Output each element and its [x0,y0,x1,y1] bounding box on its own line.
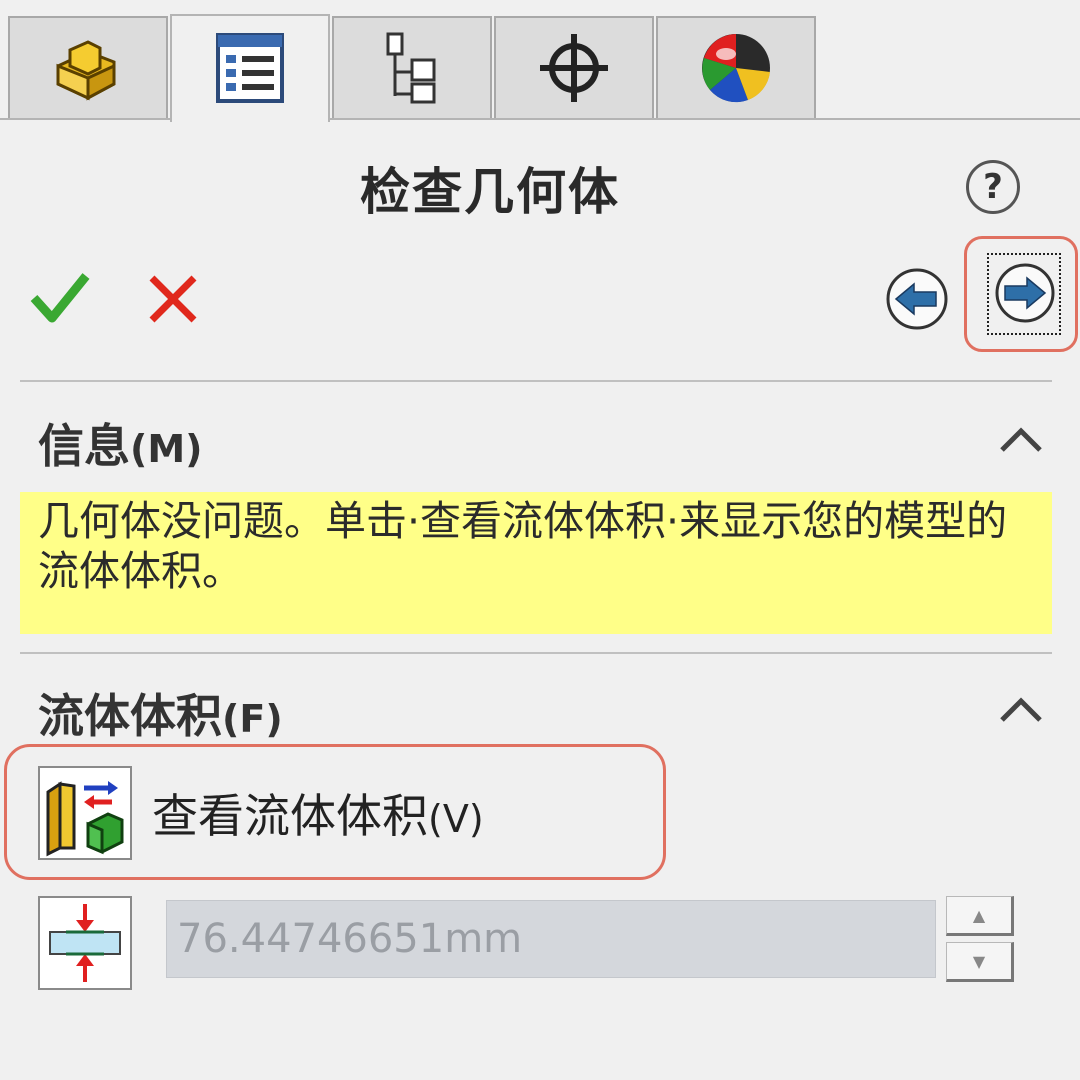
info-message: 几何体没问题。单击·查看流体体积·来显示您的模型的流体体积。 [20,492,1052,634]
collapse-chevron-up-icon[interactable] [998,424,1044,454]
spin-down-arrow-icon: ▼ [972,951,986,971]
display-sphere-icon [702,34,770,103]
fluid-volume-icon [46,781,124,857]
divider [20,380,1052,382]
view-fluid-volume-button[interactable] [38,766,132,860]
view-fluid-volume-key: (V) [428,797,484,841]
spin-down-button[interactable]: ▼ [946,942,1014,982]
tab-featuremanager[interactable] [8,16,168,118]
info-group-header[interactable]: 信息(M) [38,410,203,476]
fluid-volume-header-key: (F) [222,697,283,741]
spin-up-button[interactable]: ▲ [946,896,1014,936]
ok-checkmark-button[interactable] [28,268,92,328]
page-title: 检查几何体 [360,163,620,221]
previous-arrow-button[interactable] [884,266,950,332]
manager-tab-bar [0,0,1080,122]
divider [20,652,1052,654]
crosshair-icon [540,34,608,102]
fluid-volume-header-label: 流体体积 [38,689,222,743]
property-list-icon [216,33,284,103]
gap-tolerance-input[interactable] [166,900,936,978]
help-icon[interactable]: ? [966,160,1020,214]
view-fluid-volume-text: 查看流体体积 [152,789,428,843]
spin-up-arrow-icon: ▲ [972,905,986,925]
tab-configurationmanager[interactable] [332,16,492,118]
view-fluid-volume-label[interactable]: 查看流体体积(V) [152,780,484,846]
info-header-label: 信息 [38,419,130,473]
cancel-x-button[interactable] [146,272,200,326]
part-icon [56,40,116,101]
fluid-volume-group-header[interactable]: 流体体积(F) [38,680,283,746]
tab-dimxpertmanager[interactable] [494,16,654,118]
collapse-chevron-up-icon[interactable] [998,694,1044,724]
next-arrow-button[interactable] [993,261,1057,325]
tab-displaymanager[interactable] [656,16,816,118]
gap-tolerance-icon [38,896,132,990]
next-button-highlight [964,236,1078,352]
configuration-tree-icon [386,32,436,104]
tab-bar-divider [0,118,1080,120]
tab-propertymanager[interactable] [170,14,330,122]
help-glyph: ? [983,167,1003,207]
info-header-key: (M) [130,427,203,471]
